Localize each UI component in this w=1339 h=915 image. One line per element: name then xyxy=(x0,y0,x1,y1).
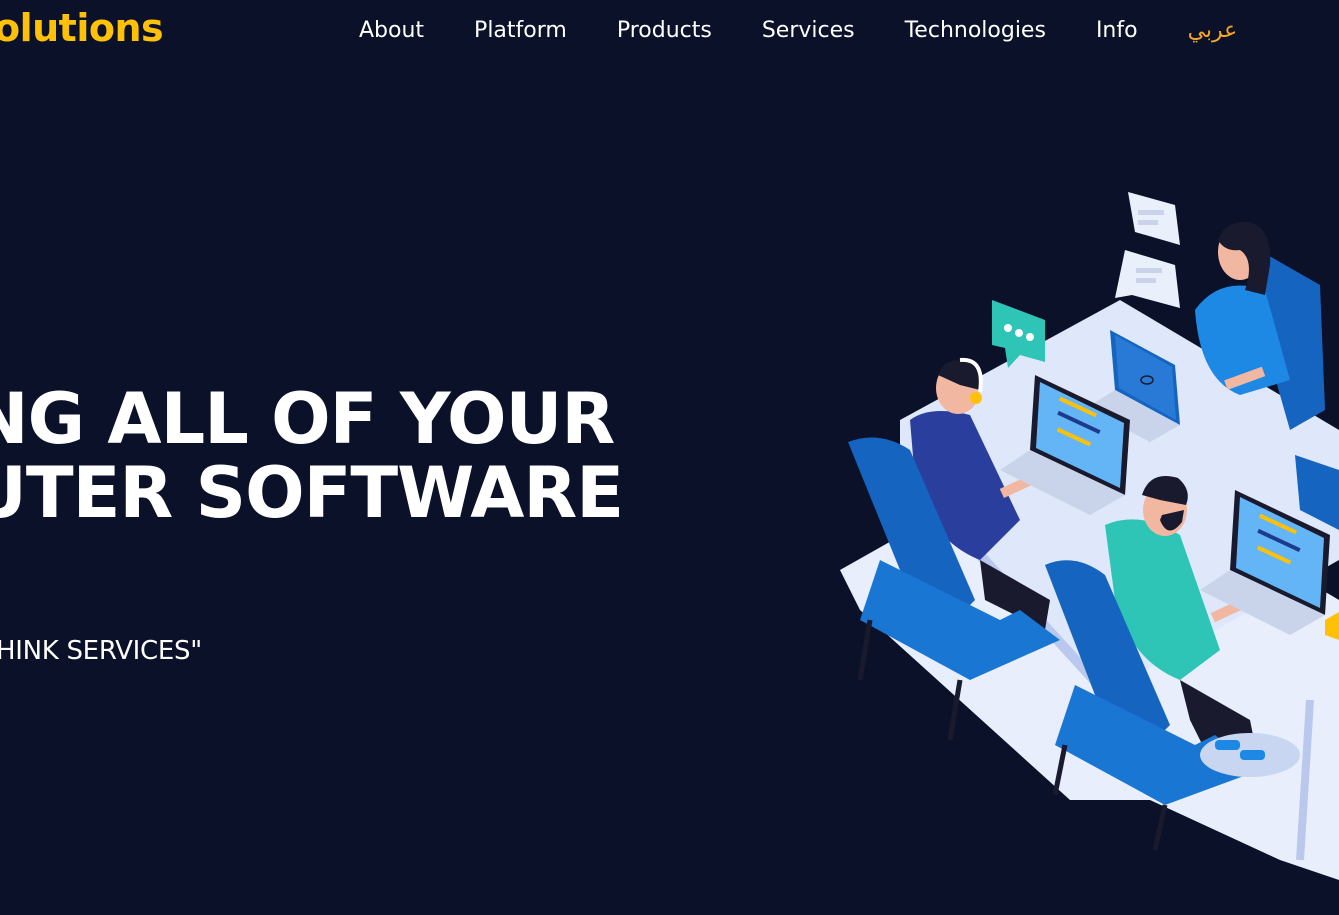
nav-platform[interactable]: Platform xyxy=(474,18,567,43)
nav-arabic-language[interactable]: عربي xyxy=(1188,18,1238,43)
nav-services[interactable]: Services xyxy=(762,18,855,43)
main-nav: About Platform Products Services Technol… xyxy=(359,14,1237,46)
hero-headline: NG ALL OF YOUR UTER SOFTWARE xyxy=(0,382,624,530)
hero-headline-line2: UTER SOFTWARE xyxy=(0,452,624,534)
team-working-illustration xyxy=(840,192,1339,880)
hero-headline-line1: NG ALL OF YOUR xyxy=(0,378,615,460)
site-logo[interactable]: olutions xyxy=(0,6,164,50)
hero-tagline: HINK SERVICES" xyxy=(0,636,202,666)
nav-products[interactable]: Products xyxy=(617,18,712,43)
nav-about[interactable]: About xyxy=(359,18,424,43)
chat-bubble-icon xyxy=(1115,192,1180,308)
nav-info[interactable]: Info xyxy=(1096,18,1138,43)
nav-technologies[interactable]: Technologies xyxy=(905,18,1046,43)
